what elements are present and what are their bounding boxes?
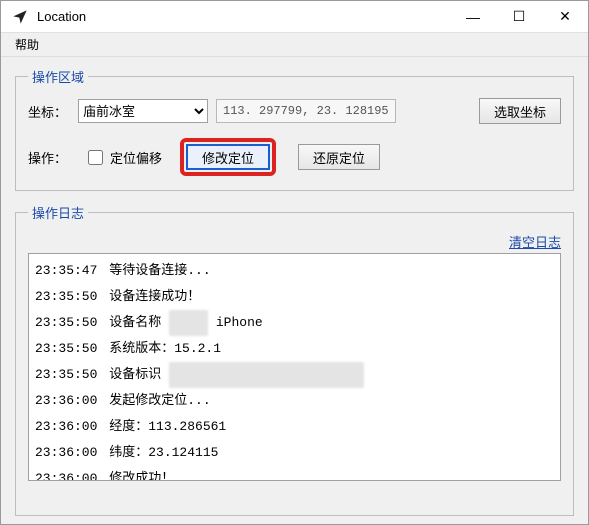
log-line: 23:35:50 设备名称 XXXXX iPhone — [35, 310, 554, 336]
redacted-text: XXXXXXXXXXXXXXXXXXXXXXXXX — [169, 362, 364, 388]
log-timestamp: 23:35:47 — [35, 263, 97, 278]
log-legend: 操作日志 — [28, 203, 88, 222]
action-label: 操作： — [28, 148, 70, 167]
clear-log-link[interactable]: 清空日志 — [509, 232, 561, 251]
redacted-text: XXXXX — [169, 310, 208, 336]
log-message: 设备标识 — [101, 367, 161, 382]
log-textarea[interactable]: 23:35:47 等待设备连接...23:35:50 设备连接成功！23:35:… — [28, 253, 561, 481]
log-message: 修改成功！ — [101, 471, 174, 481]
operation-area-group: 操作区域 坐标： 庙前冰室 选取坐标 操作： 定位偏移 修改定位 — [15, 67, 574, 191]
log-line: 23:36:00 发起修改定位... — [35, 388, 554, 414]
log-message-suffix: iPhone — [208, 315, 263, 330]
log-line: 23:36:00 纬度：23.124115 — [35, 440, 554, 466]
log-message: 系统版本：15.2.1 — [101, 341, 221, 356]
modify-location-button[interactable]: 修改定位 — [186, 144, 270, 170]
log-line: 23:35:47 等待设备连接... — [35, 258, 554, 284]
log-message: 设备连接成功！ — [101, 289, 200, 304]
log-line: 23:36:00 经度：113.286561 — [35, 414, 554, 440]
log-timestamp: 23:36:00 — [35, 419, 97, 434]
offset-checkbox-input[interactable] — [88, 150, 103, 165]
app-window: Location — ☐ ✕ 帮助 操作区域 坐标： 庙前冰室 选取坐标 操作： — [0, 0, 589, 525]
action-row: 操作： 定位偏移 修改定位 还原定位 — [28, 138, 561, 176]
menubar: 帮助 — [1, 33, 588, 57]
log-timestamp: 23:35:50 — [35, 341, 97, 356]
coord-row: 坐标： 庙前冰室 选取坐标 — [28, 98, 561, 124]
log-line: 23:35:50 设备连接成功！ — [35, 284, 554, 310]
window-title: Location — [37, 9, 86, 24]
close-button[interactable]: ✕ — [542, 1, 588, 33]
pick-coord-button[interactable]: 选取坐标 — [479, 98, 561, 124]
offset-checkbox[interactable]: 定位偏移 — [84, 147, 162, 168]
log-message: 发起修改定位... — [101, 393, 210, 408]
modify-button-highlight: 修改定位 — [180, 138, 276, 176]
coord-label: 坐标： — [28, 102, 70, 121]
log-timestamp: 23:35:50 — [35, 367, 97, 382]
log-timestamp: 23:35:50 — [35, 315, 97, 330]
maximize-button[interactable]: ☐ — [496, 1, 542, 33]
log-message: 纬度：23.124115 — [101, 445, 218, 460]
minimize-button[interactable]: — — [450, 1, 496, 33]
location-arrow-icon — [9, 6, 31, 28]
log-timestamp: 23:36:00 — [35, 445, 97, 460]
coord-value-field[interactable] — [216, 99, 396, 123]
log-message: 等待设备连接... — [101, 263, 210, 278]
log-timestamp: 23:35:50 — [35, 289, 97, 304]
log-line: 23:36:00 修改成功！ — [35, 466, 554, 481]
log-line: 23:35:50 设备标识 XXXXXXXXXXXXXXXXXXXXXXXXX — [35, 362, 554, 388]
log-timestamp: 23:36:00 — [35, 393, 97, 408]
log-line: 23:35:50 系统版本：15.2.1 — [35, 336, 554, 362]
menu-help[interactable]: 帮助 — [7, 34, 47, 55]
operation-area-legend: 操作区域 — [28, 67, 88, 86]
offset-checkbox-label: 定位偏移 — [110, 148, 162, 167]
log-group: 操作日志 清空日志 23:35:47 等待设备连接...23:35:50 设备连… — [15, 203, 574, 516]
coord-combo[interactable]: 庙前冰室 — [78, 99, 208, 123]
log-message: 经度：113.286561 — [101, 419, 226, 434]
log-timestamp: 23:36:00 — [35, 471, 97, 481]
client-area: 操作区域 坐标： 庙前冰室 选取坐标 操作： 定位偏移 修改定位 — [1, 57, 588, 524]
log-message: 设备名称 — [101, 315, 161, 330]
restore-location-button[interactable]: 还原定位 — [298, 144, 380, 170]
titlebar: Location — ☐ ✕ — [1, 1, 588, 33]
